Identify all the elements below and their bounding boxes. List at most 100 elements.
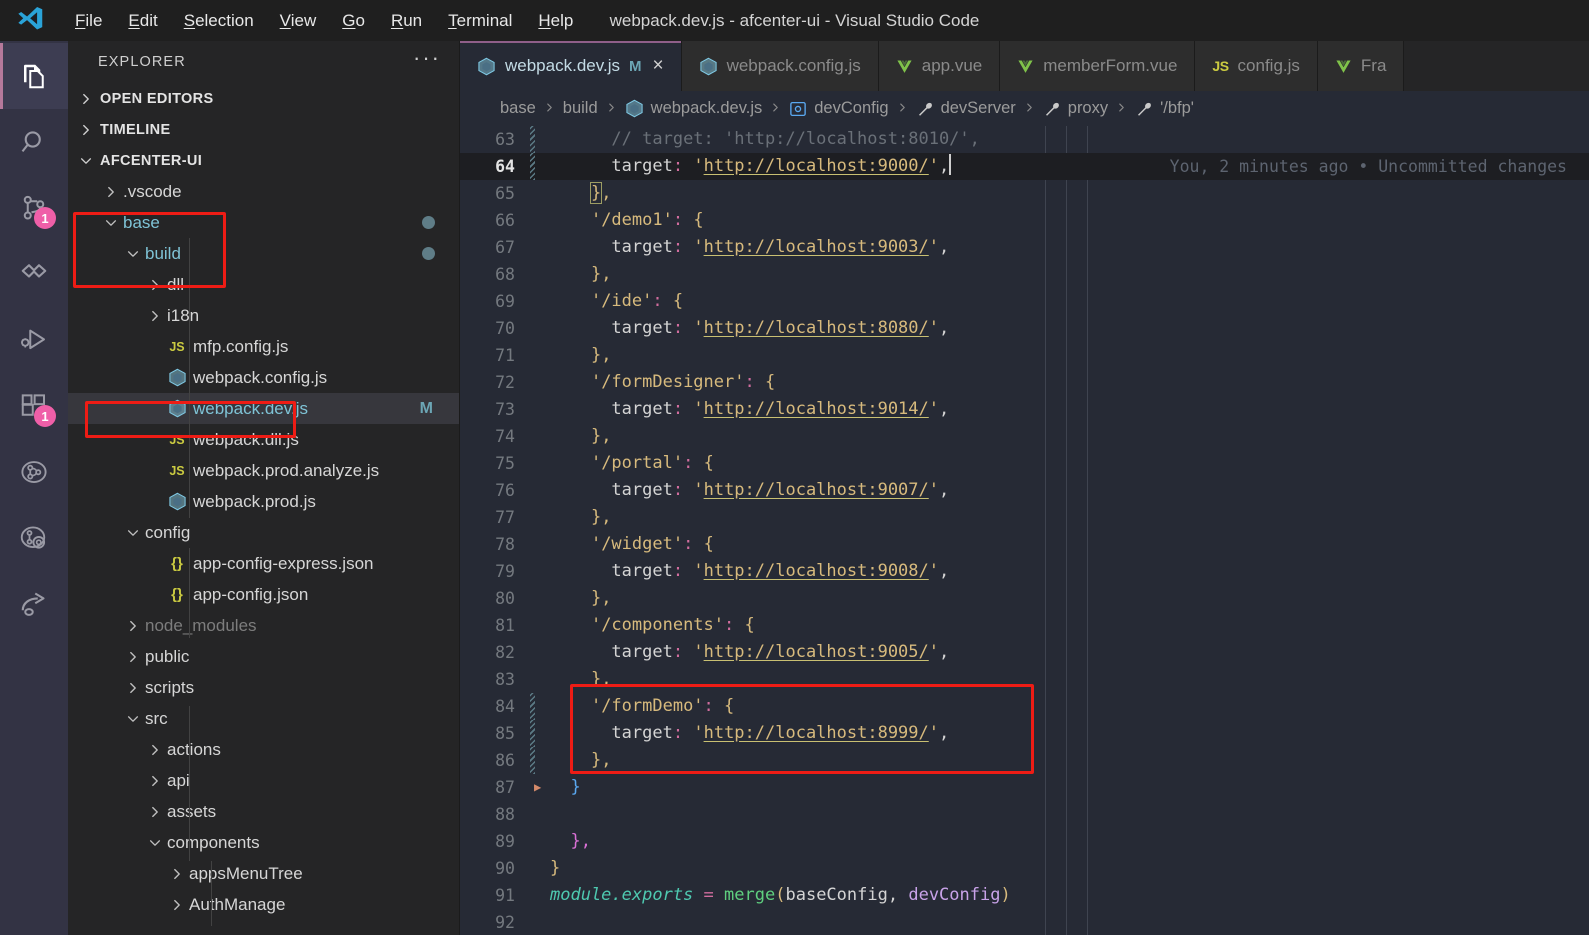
- tree-item-config[interactable]: config: [68, 517, 459, 548]
- code-line-75[interactable]: 75 '/portal': {: [460, 450, 1589, 477]
- code-line-87[interactable]: 87 ▶ }: [460, 774, 1589, 801]
- tree-item-webpack-prod-js[interactable]: webpack.prod.js: [68, 486, 459, 517]
- breadcrumb-item-webpack-dev-js[interactable]: webpack.dev.js: [625, 99, 762, 118]
- editor-tab-config-js[interactable]: JS config.js: [1195, 41, 1318, 91]
- sidebar-section-open-editors[interactable]: OPEN EDITORS: [68, 83, 459, 114]
- chevron-down-icon[interactable]: [124, 712, 142, 726]
- code-line-78[interactable]: 78 '/widget': {: [460, 531, 1589, 558]
- chevron-right-icon[interactable]: [146, 309, 164, 323]
- code-line-68[interactable]: 68 },: [460, 261, 1589, 288]
- sidebar-more-actions-button[interactable]: ···: [413, 47, 441, 71]
- code-line-83[interactable]: 83 },: [460, 666, 1589, 693]
- chevron-right-icon[interactable]: [124, 619, 142, 633]
- breadcrumb[interactable]: base build webpack.dev.js devConfig devServe…: [460, 91, 1589, 126]
- chevron-right-icon[interactable]: [124, 650, 142, 664]
- tree-item-appsmenutree[interactable]: appsMenuTree: [68, 858, 459, 889]
- tree-item-components[interactable]: components: [68, 827, 459, 858]
- tree-item-public[interactable]: public: [68, 641, 459, 672]
- menu-item-terminal[interactable]: Terminal: [435, 7, 525, 35]
- code-line-76[interactable]: 76 target: 'http://localhost:9007/',: [460, 477, 1589, 504]
- code-line-72[interactable]: 72 '/formDesigner': {: [460, 369, 1589, 396]
- breadcrumb-item-devconfig[interactable]: devConfig: [789, 99, 889, 118]
- menu-item-file[interactable]: File: [62, 7, 115, 35]
- tree-item-mfp-config-js[interactable]: JS mfp.config.js: [68, 331, 459, 362]
- editor-tab-app-vue[interactable]: app.vue: [878, 41, 1001, 91]
- chevron-right-icon[interactable]: [168, 898, 186, 912]
- code-line-65[interactable]: 65 },: [460, 180, 1589, 207]
- code-line-69[interactable]: 69 '/ide': {: [460, 288, 1589, 315]
- code-line-67[interactable]: 67 target: 'http://localhost:9003/',: [460, 234, 1589, 261]
- activity-bar-item-run-and-debug[interactable]: [0, 307, 68, 373]
- activity-bar-item-search[interactable]: [0, 109, 68, 175]
- code-line-85[interactable]: 85 target: 'http://localhost:8999/',: [460, 720, 1589, 747]
- tree-item-webpack-config-js[interactable]: webpack.config.js: [68, 362, 459, 393]
- activity-bar-item-sync[interactable]: [0, 241, 68, 307]
- editor-tab-memberform-vue[interactable]: memberForm.vue: [1000, 41, 1196, 91]
- tree-item-assets[interactable]: assets: [68, 796, 459, 827]
- chevron-down-icon[interactable]: [124, 526, 142, 540]
- menu-item-edit[interactable]: Edit: [115, 7, 170, 35]
- chevron-right-icon[interactable]: [102, 185, 120, 199]
- activity-bar-item-git-lens[interactable]: [0, 505, 68, 571]
- code-line-88[interactable]: 88: [460, 801, 1589, 828]
- code-line-66[interactable]: 66 '/demo1': {: [460, 207, 1589, 234]
- menu-item-view[interactable]: View: [267, 7, 330, 35]
- chevron-right-icon[interactable]: [146, 774, 164, 788]
- activity-bar[interactable]: 11: [0, 41, 68, 935]
- code-line-86[interactable]: 86 },: [460, 747, 1589, 774]
- editor-tab-webpack-config-js[interactable]: webpack.config.js: [681, 41, 879, 91]
- breadcrumb-item-devserver[interactable]: devServer: [916, 99, 1016, 118]
- tree-item-src[interactable]: src: [68, 703, 459, 734]
- activity-bar-item-source-control[interactable]: 1: [0, 175, 68, 241]
- code-line-84[interactable]: 84 '/formDemo': {: [460, 693, 1589, 720]
- chevron-down-icon[interactable]: [102, 216, 120, 230]
- tree-item-node-modules[interactable]: node_modules: [68, 610, 459, 641]
- menu-item-help[interactable]: Help: [525, 7, 586, 35]
- chevron-right-icon[interactable]: [146, 805, 164, 819]
- editor-tab-webpack-dev-js[interactable]: webpack.dev.js M ×: [460, 41, 682, 91]
- breadcrumb-item-build[interactable]: build: [563, 99, 598, 118]
- code-line-90[interactable]: 90}: [460, 855, 1589, 882]
- tree-item-base[interactable]: base: [68, 207, 459, 238]
- code-line-70[interactable]: 70 target: 'http://localhost:8080/',: [460, 315, 1589, 342]
- code-line-92[interactable]: 92: [460, 909, 1589, 935]
- activity-bar-item-extensions[interactable]: 1: [0, 373, 68, 439]
- code-line-63[interactable]: 63 // target: 'http://localhost:8010/',: [460, 126, 1589, 153]
- chevron-down-icon[interactable]: [146, 836, 164, 850]
- breadcrumb-item-base[interactable]: base: [500, 99, 536, 118]
- chevron-right-icon[interactable]: [168, 867, 186, 881]
- tree-item-webpack-prod-analyze-js[interactable]: JS webpack.prod.analyze.js: [68, 455, 459, 486]
- tree-item-app-config-json[interactable]: {} app-config.json: [68, 579, 459, 610]
- editor-tab-bar[interactable]: webpack.dev.js M × webpack.config.js app.vue…: [460, 41, 1589, 91]
- code-line-89[interactable]: 89 },: [460, 828, 1589, 855]
- tree-item-authmanage[interactable]: AuthManage: [68, 889, 459, 920]
- code-line-91[interactable]: 91 module.exports = merge(baseConfig, dev…: [460, 882, 1589, 909]
- chevron-right-icon[interactable]: [124, 681, 142, 695]
- sidebar-section-timeline[interactable]: TIMELINE: [68, 114, 459, 145]
- menu-bar[interactable]: File Edit Selection View Go Run Terminal Help: [62, 7, 586, 35]
- menu-item-go[interactable]: Go: [329, 7, 378, 35]
- chevron-right-icon[interactable]: [146, 743, 164, 757]
- activity-bar-item-git-graph[interactable]: [0, 439, 68, 505]
- code-line-64[interactable]: 64 target: 'http://localhost:9000/', You,…: [460, 153, 1589, 180]
- chevron-right-icon[interactable]: [146, 278, 164, 292]
- code-line-82[interactable]: 82 target: 'http://localhost:9005/',: [460, 639, 1589, 666]
- file-tree[interactable]: .vscode base build dll i18n JS mfp.config.js we…: [68, 176, 459, 935]
- activity-bar-item-share[interactable]: [0, 571, 68, 637]
- code-line-80[interactable]: 80 },: [460, 585, 1589, 612]
- code-line-81[interactable]: 81 '/components': {: [460, 612, 1589, 639]
- code-line-73[interactable]: 73 target: 'http://localhost:9014/',: [460, 396, 1589, 423]
- tree-item-webpack-dll-js[interactable]: JS webpack.dll.js: [68, 424, 459, 455]
- sidebar-section-afcenter-ui[interactable]: AFCENTER-UI: [68, 145, 459, 176]
- tree-item-app-config-express-json[interactable]: {} app-config-express.json: [68, 548, 459, 579]
- fold-indicator-icon[interactable]: ▶: [534, 774, 541, 801]
- menu-item-selection[interactable]: Selection: [171, 7, 267, 35]
- editor-tab-fra[interactable]: Fra: [1317, 41, 1405, 91]
- code-editor[interactable]: 63 // target: 'http://localhost:8010/', 6…: [460, 126, 1589, 935]
- tree-item-dll[interactable]: dll: [68, 269, 459, 300]
- tree-item-api[interactable]: api: [68, 765, 459, 796]
- tree-item-scripts[interactable]: scripts: [68, 672, 459, 703]
- code-line-71[interactable]: 71 },: [460, 342, 1589, 369]
- tree-item--vscode[interactable]: .vscode: [68, 176, 459, 207]
- tree-item-webpack-dev-js[interactable]: webpack.dev.js M: [68, 393, 459, 424]
